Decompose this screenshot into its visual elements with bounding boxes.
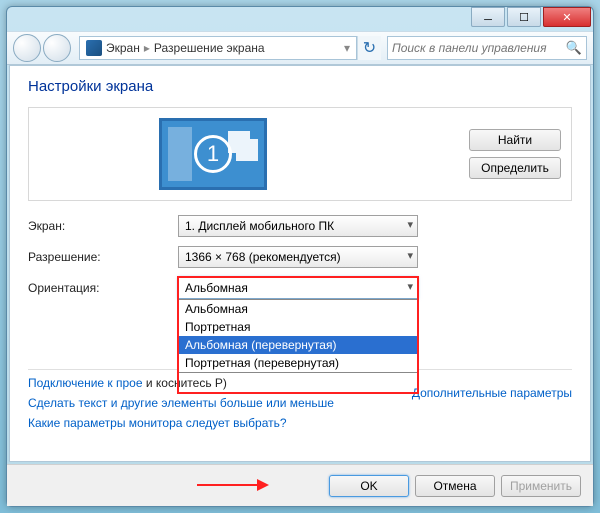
monitor-help-link[interactable]: Какие параметры монитора следует выбрать… bbox=[28, 416, 572, 430]
resolution-label: Разрешение: bbox=[28, 250, 178, 264]
back-button[interactable] bbox=[13, 34, 41, 62]
search-input[interactable] bbox=[392, 41, 566, 55]
close-button[interactable]: ✕ bbox=[543, 7, 591, 27]
chevron-down-icon[interactable]: ▾ bbox=[340, 41, 354, 55]
monitor-number: 1 bbox=[194, 135, 232, 173]
resolution-combo[interactable]: 1366 × 768 (рекомендуется) bbox=[178, 246, 418, 268]
apply-button[interactable]: Применить bbox=[501, 475, 581, 497]
refresh-button[interactable]: ↻ bbox=[357, 36, 381, 60]
orientation-option[interactable]: Альбомная bbox=[179, 300, 417, 318]
display-icon bbox=[86, 40, 102, 56]
breadcrumb-item[interactable]: Экран bbox=[106, 41, 140, 55]
monitor-thumbnail[interactable]: 1 bbox=[159, 118, 267, 190]
breadcrumb-item[interactable]: Разрешение экрана bbox=[154, 41, 265, 55]
window: ─ ☐ ✕ Экран ▸ Разрешение экрана ▾ ↻ 🔍 На… bbox=[6, 6, 594, 507]
orientation-label: Ориентация: bbox=[28, 281, 178, 295]
maximize-button[interactable]: ☐ bbox=[507, 7, 541, 27]
cancel-button[interactable]: Отмена bbox=[415, 475, 495, 497]
orientation-option[interactable]: Портретная bbox=[179, 318, 417, 336]
advanced-settings-link[interactable]: Дополнительные параметры bbox=[412, 386, 572, 400]
ok-button[interactable]: OK bbox=[329, 475, 409, 497]
arrow-annotation bbox=[197, 477, 269, 495]
screen-combo[interactable]: 1. Дисплей мобильного ПК bbox=[178, 215, 418, 237]
orientation-option[interactable]: Портретная (перевернутая) bbox=[179, 354, 417, 372]
orientation-option[interactable]: Альбомная (перевернутая) bbox=[179, 336, 417, 354]
button-bar: OK Отмена Применить bbox=[7, 464, 593, 506]
minimize-button[interactable]: ─ bbox=[471, 7, 505, 27]
address-bar: Экран ▸ Разрешение экрана ▾ ↻ 🔍 bbox=[7, 31, 593, 65]
orientation-combo[interactable]: Альбомная bbox=[178, 277, 418, 299]
orientation-dropdown: Альбомная Портретная Альбомная (переверн… bbox=[178, 299, 418, 373]
screen-label: Экран: bbox=[28, 219, 178, 233]
search-box[interactable]: 🔍 bbox=[387, 36, 587, 60]
find-button[interactable]: Найти bbox=[469, 129, 561, 151]
page-title: Настройки экрана bbox=[28, 78, 572, 95]
content-area: Настройки экрана 1 Найти Определить Экра… bbox=[9, 65, 591, 462]
titlebar: ─ ☐ ✕ bbox=[7, 7, 593, 31]
forward-button[interactable] bbox=[43, 34, 71, 62]
display-preview: 1 Найти Определить bbox=[28, 107, 572, 201]
search-icon[interactable]: 🔍 bbox=[566, 40, 582, 56]
breadcrumb[interactable]: Экран ▸ Разрешение экрана ▾ bbox=[79, 36, 357, 60]
detect-button[interactable]: Определить bbox=[469, 157, 561, 179]
chevron-right-icon: ▸ bbox=[140, 41, 154, 55]
